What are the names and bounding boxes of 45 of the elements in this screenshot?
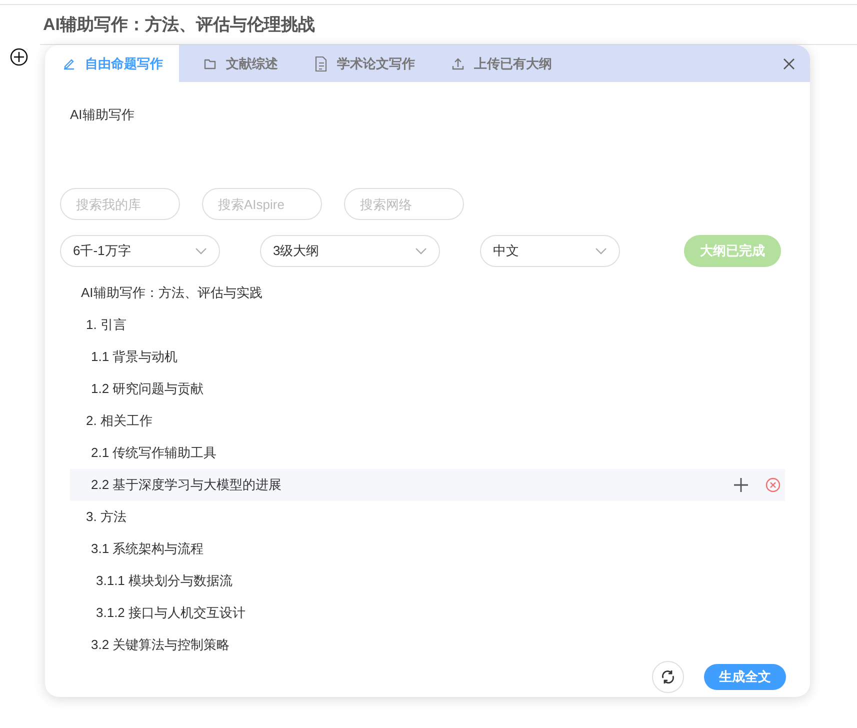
outline-row[interactable]: 3.1.1 模块划分与数据流: [70, 565, 785, 597]
outline-item: 3.2 关键算法与控制策略: [91, 636, 230, 654]
outline-item: 3.1 系统架构与流程: [91, 540, 204, 558]
outline-row[interactable]: 3. 方法: [70, 501, 785, 533]
dropdown[interactable]: 6千-1万字: [60, 235, 220, 267]
outline-item: 3. 方法: [86, 508, 126, 526]
folder-icon: [203, 56, 217, 70]
outline-item: AI辅助写作：方法、评估与实践: [81, 284, 262, 302]
document-title: AI辅助写作：方法、评估与伦理挑战: [42, 14, 316, 36]
outline-row[interactable]: 2.1 传统写作辅助工具: [70, 437, 785, 469]
outline-row[interactable]: 3.1 系统架构与流程: [70, 533, 785, 565]
pen-icon: [62, 56, 76, 70]
outline-row[interactable]: 2. 相关工作: [70, 405, 785, 437]
add-icon[interactable]: [733, 477, 749, 493]
outline-item: 3.1.2 接口与人机交互设计: [96, 604, 246, 622]
refresh-icon: [660, 669, 676, 685]
outline-row[interactable]: 1. 引言: [70, 309, 785, 341]
search-field[interactable]: 搜索AIspire: [202, 188, 322, 220]
close-icon[interactable]: [782, 57, 796, 71]
outline-item: 2. 相关工作: [86, 412, 152, 430]
delete-icon[interactable]: [765, 477, 781, 493]
topic-text: AI辅助写作: [69, 106, 136, 124]
outline-item: 1.1 背景与动机: [91, 348, 178, 366]
upload-icon: [451, 56, 465, 70]
chevron-down-icon: [195, 247, 207, 255]
outline-row[interactable]: AI辅助写作：方法、评估与实践: [70, 277, 785, 309]
chevron-down-icon: [595, 247, 607, 255]
outline-row[interactable]: 1.2 研究问题与贡献: [70, 373, 785, 405]
outline-item: 1.2 研究问题与贡献: [91, 380, 204, 398]
chevron-down-icon: [415, 247, 427, 255]
outline-row[interactable]: 3.1.2 接口与人机交互设计: [70, 597, 785, 629]
add-block-icon[interactable]: [10, 48, 28, 66]
outline-row[interactable]: 3.2 关键算法与控制策略: [70, 629, 785, 661]
outline-row[interactable]: 1.1 背景与动机: [70, 341, 785, 373]
dropdown[interactable]: 中文: [480, 235, 620, 267]
outline-item: 2.2 基于深度学习与大模型的进展: [91, 476, 282, 494]
outline-item: 1. 引言: [86, 316, 126, 334]
search-field[interactable]: 搜索我的库: [60, 188, 180, 220]
refresh-button[interactable]: [652, 661, 684, 693]
dropdown[interactable]: 3级大纲: [260, 235, 440, 267]
outline-row[interactable]: 2.2 基于深度学习与大模型的进展: [70, 469, 785, 501]
outline-item: 2.1 传统写作辅助工具: [91, 444, 217, 462]
outline-item: 3.1.1 模块划分与数据流: [96, 572, 233, 590]
search-field[interactable]: 搜索网络: [344, 188, 464, 220]
document-icon: [314, 56, 328, 72]
